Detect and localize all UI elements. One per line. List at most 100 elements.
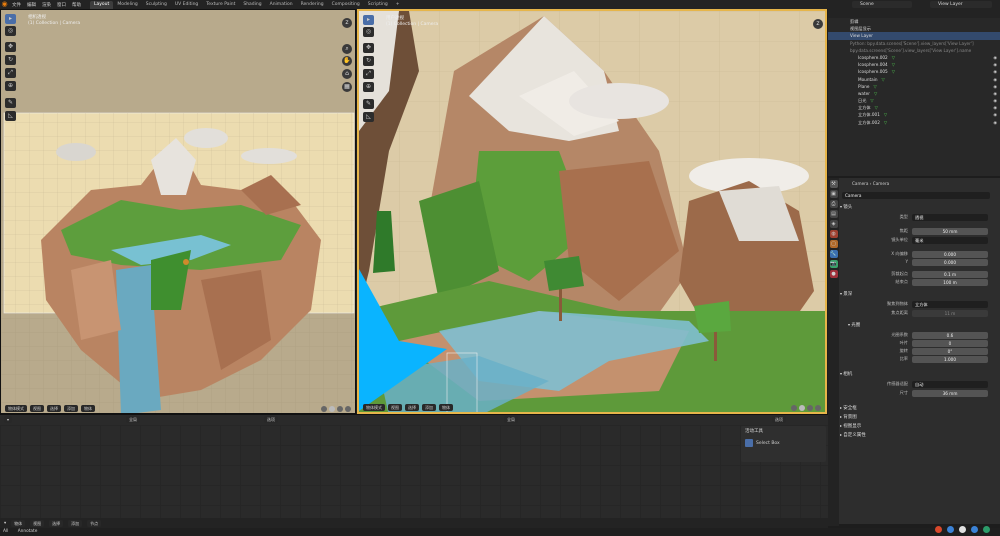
- move-tool-icon[interactable]: ✥: [5, 42, 16, 52]
- output-tab-icon[interactable]: ⎙: [829, 200, 838, 208]
- outliner-item-cube[interactable]: 立方体 ▽ ◉: [828, 104, 1000, 111]
- section-background-images[interactable]: 背景图: [840, 413, 998, 421]
- outliner-item-water[interactable]: water ▽ ◉: [828, 90, 1000, 97]
- wireframe-shading-icon[interactable]: [791, 405, 797, 411]
- menu-add[interactable]: 添加: [64, 405, 78, 412]
- menu-file[interactable]: 文件: [9, 2, 24, 8]
- eye-icon[interactable]: ◉: [993, 111, 997, 118]
- eye-icon[interactable]: ◉: [993, 83, 997, 90]
- eye-icon[interactable]: ◉: [993, 61, 997, 68]
- view-layer-selector[interactable]: View Layer: [930, 1, 992, 8]
- tab-scripting[interactable]: Scripting: [364, 1, 392, 9]
- eye-icon[interactable]: ◉: [993, 104, 997, 111]
- user-perspective-viewport[interactable]: 用户透视 (1) Collection | Camera ▸ ◎ ✥ ↻ ⤢ ⊕…: [357, 9, 827, 414]
- field-type[interactable]: 透视: [912, 213, 988, 221]
- outliner-row[interactable]: 视图层显示: [828, 25, 1000, 32]
- material-tab-icon[interactable]: ●: [829, 270, 838, 278]
- field-clip-end[interactable]: 100 m: [912, 278, 988, 286]
- field-focal-length[interactable]: 50 mm: [912, 227, 988, 235]
- solid-shading-icon[interactable]: [329, 406, 335, 412]
- menu-window[interactable]: 窗口: [54, 2, 69, 8]
- field-focus-distance[interactable]: 11 m: [912, 309, 988, 317]
- field-sensor-fit[interactable]: 自动: [912, 380, 988, 388]
- eye-icon[interactable]: ◉: [993, 90, 997, 97]
- tab-modeling[interactable]: Modeling: [113, 1, 141, 9]
- menu-select[interactable]: 选择: [47, 405, 61, 412]
- camera-viewport[interactable]: 相机透视 (1) Collection | Camera ▸ ◎ ✥ ↻ ⤢ ⊕…: [0, 9, 356, 414]
- frame-selector[interactable]: 全局: [126, 416, 141, 423]
- menu-edit[interactable]: 编辑: [24, 2, 39, 8]
- world-tab-icon[interactable]: ◍: [829, 230, 838, 238]
- section-safe-areas[interactable]: 安全框: [840, 404, 998, 412]
- move-tool-icon[interactable]: ✥: [363, 43, 374, 53]
- solid-shading-icon[interactable]: [799, 405, 805, 411]
- eye-icon[interactable]: ◉: [993, 119, 997, 126]
- measure-tool-icon[interactable]: ◺: [5, 111, 16, 121]
- outliner-item-icosphere-005[interactable]: Icosphere.005 ▽ ◉: [828, 68, 1000, 75]
- modifier-tab-icon[interactable]: 🔧: [829, 250, 838, 258]
- pan-hand-icon[interactable]: ✋: [342, 56, 352, 66]
- outliner-item-icosphere-004[interactable]: Icosphere.004 ▽ ◉: [828, 61, 1000, 68]
- tab-texture-paint[interactable]: Texture Paint: [202, 1, 239, 9]
- section-viewport-display[interactable]: 视图显示: [840, 422, 998, 430]
- menu-view[interactable]: 视图: [30, 405, 44, 412]
- render-shading-icon[interactable]: [815, 405, 821, 411]
- field-shift-y[interactable]: 0.000: [912, 258, 988, 266]
- axis-gizmo-icon[interactable]: z: [813, 19, 823, 29]
- menu-help[interactable]: 帮助: [69, 2, 84, 8]
- field-shift-x[interactable]: 0.000: [912, 250, 988, 258]
- eye-icon[interactable]: ◉: [993, 76, 997, 83]
- field-clip-start[interactable]: 0.1 m: [912, 270, 988, 278]
- camera-datablock-field[interactable]: Camera: [842, 191, 990, 199]
- scene-selector[interactable]: Scene: [852, 1, 912, 8]
- frame-selector-right[interactable]: 全局: [504, 416, 518, 423]
- menu-object[interactable]: 物体: [439, 404, 453, 411]
- grid-view-icon[interactable]: ▦: [342, 82, 352, 92]
- menu-select[interactable]: 选择: [49, 519, 64, 527]
- tool-tab-icon[interactable]: ⚒: [829, 180, 838, 188]
- options-dropdown[interactable]: 选项: [264, 416, 279, 423]
- field-focus-object[interactable]: 立方体: [912, 300, 988, 308]
- menu-add[interactable]: 添加: [422, 404, 436, 411]
- section-depth-of-field[interactable]: 景深: [840, 290, 998, 298]
- menu-select[interactable]: 选择: [405, 404, 419, 411]
- eye-icon[interactable]: ◉: [993, 97, 997, 104]
- outliner-item-sun[interactable]: 日光 ▽ ◉: [828, 97, 1000, 104]
- tab-sculpting[interactable]: Sculpting: [142, 1, 171, 9]
- rotate-tool-icon[interactable]: ↻: [363, 56, 374, 66]
- scale-tool-icon[interactable]: ⤢: [363, 69, 374, 79]
- camera-view-icon[interactable]: ⌂: [342, 69, 352, 79]
- tab-rendering[interactable]: Rendering: [297, 1, 328, 9]
- field-blades[interactable]: 0: [912, 339, 988, 347]
- select-tool-icon[interactable]: ▸: [363, 15, 374, 25]
- options-dropdown-right[interactable]: 选项: [772, 416, 786, 423]
- menu-node[interactable]: 节点: [87, 519, 102, 527]
- tray-network-icon[interactable]: [983, 526, 990, 533]
- tray-app-icon[interactable]: [935, 526, 942, 533]
- tab-compositing[interactable]: Compositing: [328, 1, 364, 9]
- outliner-item-cube-002[interactable]: 立方体.002 ▽ ◉: [828, 119, 1000, 126]
- select-tool-icon[interactable]: ▸: [5, 14, 16, 24]
- cursor-tool-icon[interactable]: ◎: [363, 27, 374, 37]
- scale-tool-icon[interactable]: ⤢: [5, 68, 16, 78]
- menu-view[interactable]: 视图: [388, 404, 402, 411]
- menu-render[interactable]: 渲染: [39, 2, 54, 8]
- menu-object[interactable]: 物体: [81, 405, 95, 412]
- zoom-icon[interactable]: ⌕: [342, 44, 352, 54]
- editor-type-icon[interactable]: ▾: [4, 416, 13, 423]
- field-rotation[interactable]: 0°: [912, 347, 988, 355]
- outliner-row-view-layer[interactable]: View Layer: [828, 32, 1000, 40]
- render-shading-icon[interactable]: [345, 406, 351, 412]
- section-custom-properties[interactable]: 自定义属性: [840, 431, 998, 439]
- scene-tab-icon[interactable]: ◈: [829, 220, 838, 228]
- editor-type-icon[interactable]: ▾: [4, 521, 6, 526]
- field-ratio[interactable]: 1.000: [912, 355, 988, 363]
- node-editor-area[interactable]: ▾ 全局 选项 全局 选项: [0, 414, 828, 524]
- menu-add[interactable]: 添加: [68, 519, 83, 527]
- transform-tool-icon[interactable]: ⊕: [363, 82, 374, 92]
- outliner-row[interactable]: 剪辑: [828, 18, 1000, 25]
- tray-settings-icon[interactable]: [971, 526, 978, 533]
- outliner-item-mountain[interactable]: Mountain ▽ ◉: [828, 76, 1000, 83]
- annotate-tool-icon[interactable]: ✎: [363, 99, 374, 109]
- measure-tool-icon[interactable]: ◺: [363, 112, 374, 122]
